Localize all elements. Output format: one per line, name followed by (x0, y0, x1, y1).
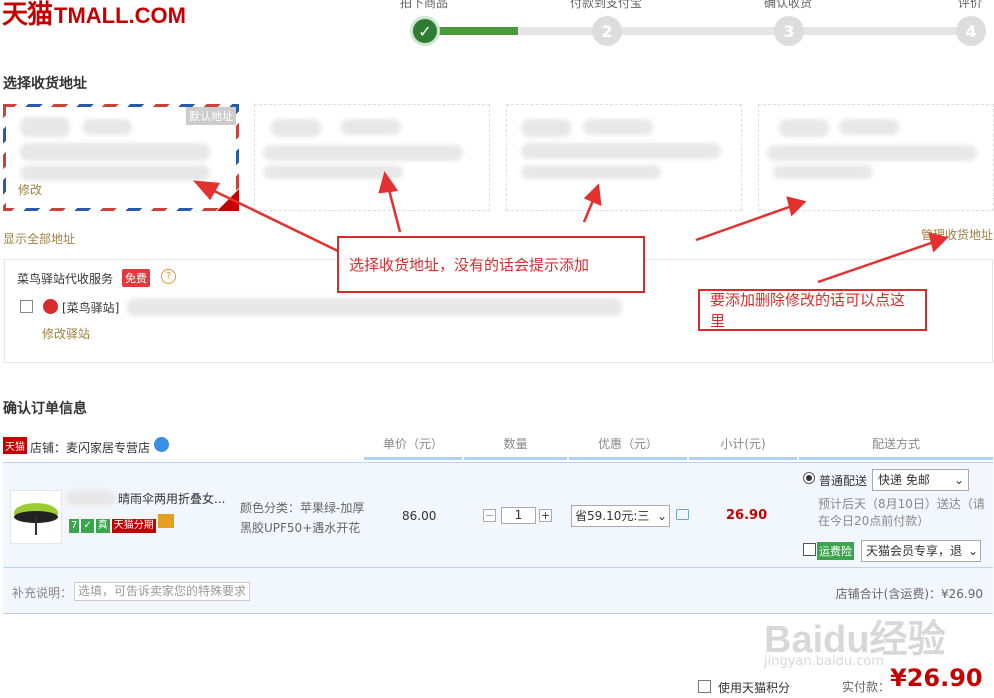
shipping-option-label: 普通配送 (819, 474, 868, 488)
shop-tmall-badge: 天猫 (3, 437, 27, 454)
annotation-manage-address: 要添加删除修改的话可以点这里 (698, 289, 927, 331)
shipping-method-value: 快递 免邮 (878, 473, 930, 487)
qty-plus-button[interactable]: + (539, 509, 552, 522)
product-tags: 7 ✓ 真天猫分期 (69, 514, 176, 533)
order-section-title: 确认订单信息 (3, 401, 87, 417)
spec-line-2: 黑胶UPF50+遇水开花 (240, 521, 361, 535)
product-thumbnail[interactable] (10, 490, 62, 544)
product-name-link[interactable]: 晴雨伞两用折叠女... (118, 490, 225, 507)
col-shipping: 配送方式 (799, 434, 993, 460)
delivery-estimate: 预计后天（8月10日）送达（请在今日20点前付款） (818, 497, 985, 528)
insurance-value: 天猫会员专享，退 (866, 544, 963, 558)
tag-genuine: 真 (95, 519, 110, 533)
points-label: 使用天猫积分 (718, 681, 791, 695)
insurance-select[interactable]: 天猫会员专享，退 ⌄ (861, 540, 981, 562)
shipping-radio[interactable] (803, 472, 815, 484)
unit-price: 86.00 (402, 509, 437, 523)
shop-name[interactable]: 店铺：麦闪家居专营店 (30, 439, 150, 456)
product-spec: 颜色分类：苹果绿-加厚 黑胶UPF50+遇水开花 (240, 499, 365, 536)
chat-icon[interactable] (154, 437, 169, 452)
item-subtotal: 26.90 (726, 508, 768, 523)
tag-guarantee: ✓ (81, 519, 94, 533)
col-discount: 优惠（元） (569, 434, 687, 460)
note-label: 补充说明： (12, 586, 73, 600)
chevron-down-icon: ⌄ (656, 506, 667, 526)
insurance-checkbox[interactable] (803, 543, 816, 556)
tag-7day: 7 (69, 519, 80, 533)
note-input[interactable]: 选填，可告诉卖家您的特殊要求 (74, 582, 250, 601)
points-checkbox[interactable] (698, 680, 711, 693)
pay-amount: ¥26.90 (890, 664, 983, 692)
annotation-select-address: 选择收货地址，没有的话会提示添加 (337, 236, 645, 293)
pay-label: 实付款： (842, 680, 891, 694)
chevron-down-icon: ⌄ (953, 473, 964, 487)
qty-minus-button[interactable]: − (483, 509, 496, 522)
qty-input[interactable]: 1 (501, 507, 536, 524)
umbrella-icon (14, 503, 58, 535)
chevron-down-icon: ⌄ (967, 541, 978, 561)
spec-line-1: 颜色分类：苹果绿-加厚 (240, 501, 365, 515)
col-subtotal: 小计(元) (689, 434, 797, 460)
col-qty: 数量 (464, 434, 567, 460)
discount-info-icon[interactable] (676, 509, 689, 520)
baidu-watermark-url: jingyan.baidu.com (764, 654, 884, 669)
discount-select[interactable]: 省59.10元:三 ⌄ (571, 505, 670, 527)
shipping-method-select[interactable]: 快递 免邮 ⌄ (872, 469, 969, 491)
tag-installment: 天猫分期 (111, 519, 156, 533)
discount-value: 省59.10元:三 (575, 509, 650, 523)
col-price: 单价（元） (364, 434, 462, 460)
insurance-badge: 运费险 (817, 542, 854, 560)
shop-total: 店铺合计(含运费)：¥26.90 (835, 587, 983, 601)
card-icon (157, 514, 174, 528)
